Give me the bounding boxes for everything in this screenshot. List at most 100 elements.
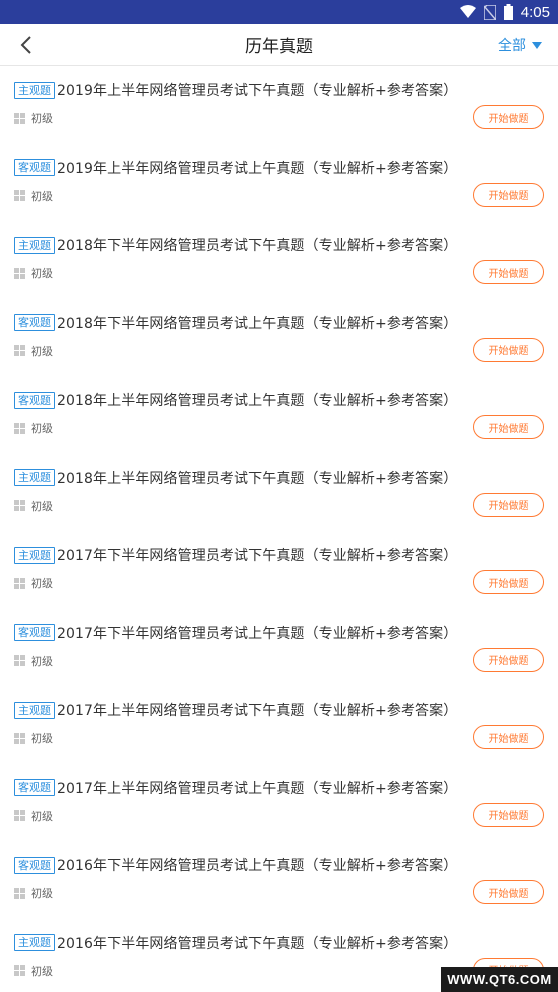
difficulty-level: 初级 [31,654,53,668]
exam-title[interactable]: 2016年下半年网络管理员考试下午真题（专业解析+参考答案） [57,933,457,953]
question-type-badge: 主观题 [14,236,55,254]
start-practice-button[interactable]: 开始做题 [473,182,544,207]
question-type-badge: 主观题 [14,469,55,486]
list-item[interactable]: 客观题 2016年下半年网络管理员考试上午真题（专业解析+参考答案） 初级 开始做题 [0,841,558,919]
grid-icon [14,345,25,356]
difficulty-level: 初级 [31,809,53,823]
grid-icon [14,267,25,279]
exam-title[interactable]: 2017年上半年网络管理员考试下午真题（专业解析+参考答案） [57,700,457,720]
exam-title[interactable]: 2017年下半年网络管理员考试下午真题（专业解析+参考答案） [57,545,457,565]
exam-title[interactable]: 2017年下半年网络管理员考试上午真题（专业解析+参考答案） [57,623,457,643]
status-time: 4:05 [520,3,550,21]
page-title: 历年真题 [245,37,313,57]
exam-title[interactable]: 2018年上半年网络管理员考试下午真题（专业解析+参考答案） [57,468,457,488]
list-item[interactable]: 主观题 2019年上半年网络管理员考试下午真题（专业解析+参考答案） 初级 开始做题 [0,66,558,144]
item-meta: 初级 [14,498,53,514]
item-meta: 初级 [14,343,53,359]
start-practice-button[interactable]: 开始做题 [473,570,544,594]
grid-icon [14,112,25,124]
difficulty-level: 初级 [31,964,53,978]
item-header: 主观题 2017年下半年网络管理员考试下午真题（专业解析+参考答案） [14,545,457,565]
start-practice-button[interactable]: 开始做题 [473,260,544,284]
item-header: 客观题 2017年下半年网络管理员考试上午真题（专业解析+参考答案） [14,623,457,643]
app-header: 历年真题 全部 [0,24,558,66]
list-item[interactable]: 主观题 2017年下半年网络管理员考试下午真题（专业解析+参考答案） 初级 开始做题 [0,531,558,609]
exam-title[interactable]: 2018年下半年网络管理员考试下午真题（专业解析+参考答案） [57,235,457,255]
question-type-badge: 主观题 [14,934,55,951]
list-item[interactable]: 主观题 2018年下半年网络管理员考试下午真题（专业解析+参考答案） 初级 开始做题 [0,221,558,299]
item-meta: 初级 [14,265,53,281]
exam-title[interactable]: 2018年上半年网络管理员考试上午真题（专业解析+参考答案） [57,390,457,410]
grid-icon [14,422,25,434]
start-practice-button[interactable]: 开始做题 [473,725,544,749]
wifi-icon [459,5,476,19]
item-meta: 初级 [14,963,53,979]
item-meta: 初级 [14,730,53,746]
exam-title[interactable]: 2016年下半年网络管理员考试上午真题（专业解析+参考答案） [57,855,457,875]
question-type-badge: 主观题 [14,701,55,719]
list-item[interactable]: 主观题 2017年上半年网络管理员考试下午真题（专业解析+参考答案） 初级 开始做题 [0,686,558,764]
item-meta: 初级 [14,885,53,901]
triangle-down-icon [532,41,542,49]
grid-icon [14,500,25,511]
filter-label: 全部 [498,38,526,54]
start-practice-button[interactable]: 开始做题 [473,802,544,827]
exam-list: 主观题 2019年上半年网络管理员考试下午真题（专业解析+参考答案） 初级 开始做题客… [0,66,558,992]
item-meta: 初级 [14,420,53,436]
item-meta: 初级 [14,110,53,126]
item-header: 主观题 2018年下半年网络管理员考试下午真题（专业解析+参考答案） [14,235,457,255]
difficulty-level: 初级 [31,499,53,513]
question-type-badge: 客观题 [14,856,55,874]
start-practice-button[interactable]: 开始做题 [473,105,544,129]
question-type-badge: 客观题 [14,314,55,331]
exam-title[interactable]: 2019年上半年网络管理员考试上午真题（专业解析+参考答案） [57,158,457,178]
exam-title[interactable]: 2018年下半年网络管理员考试上午真题（专业解析+参考答案） [57,313,457,333]
start-practice-button[interactable]: 开始做题 [473,337,544,362]
back-button[interactable] [14,33,38,57]
item-meta: 初级 [14,808,53,824]
list-item[interactable]: 客观题 2019年上半年网络管理员考试上午真题（专业解析+参考答案） 初级 开始做题 [0,144,558,222]
difficulty-level: 初级 [31,887,53,900]
start-practice-button[interactable]: 开始做题 [473,492,544,517]
start-practice-button[interactable]: 开始做题 [473,415,544,439]
difficulty-level: 初级 [31,732,53,745]
difficulty-level: 初级 [31,267,53,280]
question-type-badge: 客观题 [14,779,55,796]
grid-icon [14,577,25,589]
exam-title[interactable]: 2019年上半年网络管理员考试下午真题（专业解析+参考答案） [57,80,457,100]
start-practice-button[interactable]: 开始做题 [473,880,544,904]
difficulty-level: 初级 [31,344,53,358]
battery-icon [503,4,513,20]
difficulty-level: 初级 [31,189,53,203]
chevron-left-icon [20,36,31,54]
question-type-badge: 客观题 [14,159,55,176]
list-item[interactable]: 客观题 2018年上半年网络管理员考试上午真题（专业解析+参考答案） 初级 开始做题 [0,376,558,454]
list-item[interactable]: 主观题 2018年上半年网络管理员考试下午真题（专业解析+参考答案） 初级 开始做题 [0,454,558,532]
watermark: WWW.QT6.COM [441,967,558,992]
start-practice-button[interactable]: 开始做题 [473,647,544,672]
difficulty-level: 初级 [31,577,53,590]
list-item[interactable]: 客观题 2017年下半年网络管理员考试上午真题（专业解析+参考答案） 初级 开始做题 [0,609,558,687]
filter-dropdown[interactable]: 全部 [498,24,542,66]
exam-title[interactable]: 2017年上半年网络管理员考试上午真题（专业解析+参考答案） [57,778,457,798]
no-sim-icon [483,4,496,20]
item-meta: 初级 [14,653,53,669]
list-item[interactable]: 客观题 2017年上半年网络管理员考试上午真题（专业解析+参考答案） 初级 开始做题 [0,764,558,842]
item-header: 客观题 2018年下半年网络管理员考试上午真题（专业解析+参考答案） [14,313,457,333]
item-header: 客观题 2019年上半年网络管理员考试上午真题（专业解析+参考答案） [14,158,457,178]
grid-icon [14,655,25,666]
question-type-badge: 主观题 [14,546,55,564]
question-type-badge: 客观题 [14,624,55,641]
grid-icon [14,810,25,821]
list-item[interactable]: 客观题 2018年下半年网络管理员考试上午真题（专业解析+参考答案） 初级 开始做题 [0,299,558,377]
item-header: 主观题 2018年上半年网络管理员考试下午真题（专业解析+参考答案） [14,468,457,488]
item-header: 客观题 2018年上半年网络管理员考试上午真题（专业解析+参考答案） [14,390,457,410]
item-header: 客观题 2017年上半年网络管理员考试上午真题（专业解析+参考答案） [14,778,457,798]
item-header: 客观题 2016年下半年网络管理员考试上午真题（专业解析+参考答案） [14,855,457,875]
item-header: 主观题 2016年下半年网络管理员考试下午真题（专业解析+参考答案） [14,933,457,953]
difficulty-level: 初级 [31,112,53,125]
item-header: 主观题 2019年上半年网络管理员考试下午真题（专业解析+参考答案） [14,80,457,100]
difficulty-level: 初级 [31,422,53,435]
item-meta: 初级 [14,188,53,204]
grid-icon [14,732,25,744]
